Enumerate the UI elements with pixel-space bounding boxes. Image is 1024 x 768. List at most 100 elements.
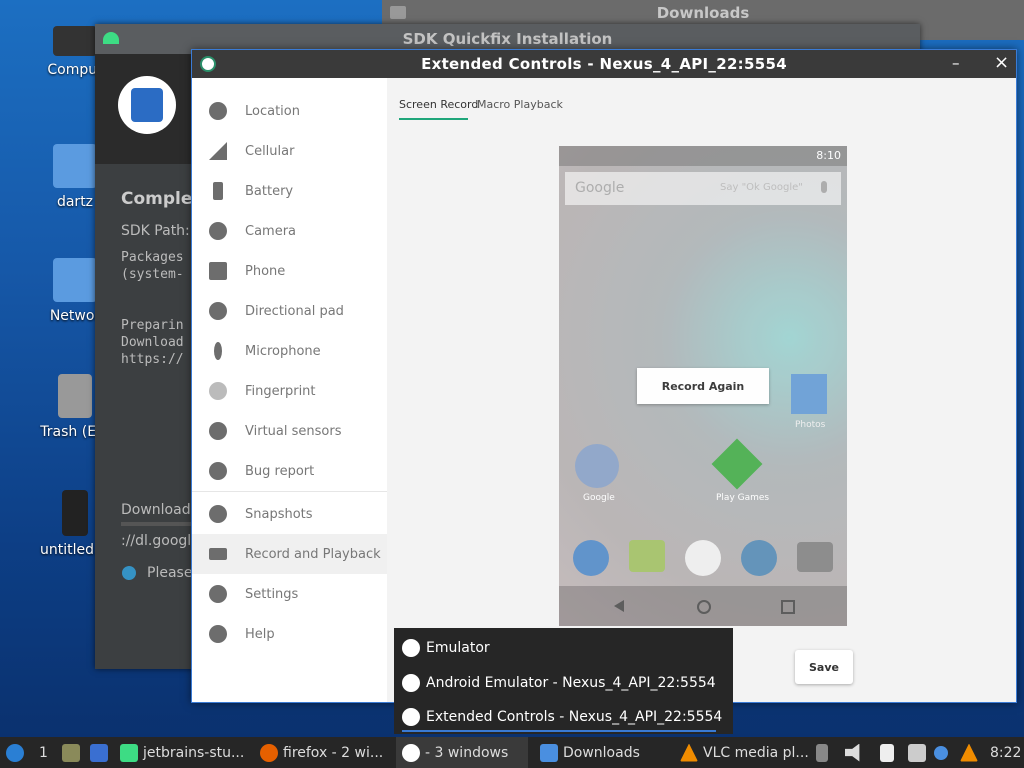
sidebar-item-snapshots[interactable]: Snapshots bbox=[192, 494, 387, 534]
phone-icon bbox=[573, 540, 609, 576]
help-icon bbox=[209, 625, 227, 643]
app-icon-play-games bbox=[711, 438, 763, 490]
taskbar-item-label: - 3 windows bbox=[425, 744, 509, 761]
sidebar-item-label: Help bbox=[245, 626, 275, 642]
sidebar-item-label: Directional pad bbox=[245, 303, 344, 319]
record-again-button[interactable]: Record Again bbox=[637, 368, 769, 404]
log-line: Packages bbox=[121, 250, 184, 265]
close-button[interactable]: × bbox=[994, 52, 1009, 73]
location-pin-icon bbox=[209, 102, 227, 120]
taskbar: 1 jetbrains-stu... firefox - 2 wi... - 3… bbox=[0, 737, 1024, 768]
downloading-label: Downloadi bbox=[121, 502, 195, 518]
sidebar-item-label: Microphone bbox=[245, 343, 321, 359]
search-hint: Say "Ok Google" bbox=[720, 182, 803, 193]
phone-icon bbox=[209, 262, 227, 280]
taskbar-item-label: VLC media pl... bbox=[703, 744, 809, 761]
desktop-icon-label: dartz bbox=[56, 194, 94, 210]
sidebar-item-directional-pad[interactable]: Directional pad bbox=[192, 291, 387, 331]
log-area: Packages (system- Preparin Download http… bbox=[121, 250, 191, 500]
sidebar-item-label: Cellular bbox=[245, 143, 295, 159]
info-icon bbox=[122, 566, 136, 580]
app-drawer-icon bbox=[685, 540, 721, 576]
record-again-label: Record Again bbox=[661, 379, 745, 393]
save-button[interactable]: Save bbox=[795, 650, 853, 684]
tab-screen-record[interactable]: Screen Record bbox=[399, 98, 478, 111]
history-icon bbox=[209, 505, 227, 523]
minimize-button[interactable]: – bbox=[952, 54, 960, 72]
info-icon bbox=[934, 745, 948, 760]
signal-icon bbox=[209, 142, 227, 160]
sidebar-item-record-and-playback[interactable]: Record and Playback bbox=[192, 534, 387, 574]
tray-volume[interactable] bbox=[845, 737, 868, 768]
folder-icon bbox=[540, 743, 558, 762]
sidebar-divider bbox=[192, 491, 387, 492]
sidebar-item-microphone[interactable]: Microphone bbox=[192, 331, 387, 371]
desktop-icon bbox=[90, 743, 108, 762]
tray-notifications[interactable] bbox=[934, 737, 953, 768]
window-list-item[interactable]: Android Emulator - Nexus_4_API_22:5554 bbox=[402, 671, 716, 695]
android-icon bbox=[120, 743, 138, 762]
taskbar-item-label: Downloads bbox=[563, 744, 640, 761]
taskbar-item-emulator[interactable]: - 3 windows bbox=[396, 737, 528, 768]
emulator-icon bbox=[402, 743, 420, 762]
sidebar-item-phone[interactable]: Phone bbox=[192, 251, 387, 291]
sidebar-item-fingerprint[interactable]: Fingerprint bbox=[192, 371, 387, 411]
sidebar-item-bug-report[interactable]: Bug report bbox=[192, 451, 387, 491]
window-list-item[interactable]: Emulator bbox=[402, 636, 490, 660]
sidebar-item-help[interactable]: Help bbox=[192, 614, 387, 654]
tab-macro-playback[interactable]: Macro Playback bbox=[477, 98, 563, 111]
please-text: Please bbox=[147, 565, 193, 581]
battery-icon bbox=[213, 182, 223, 200]
heading: Complet bbox=[121, 189, 201, 209]
start-menu-button[interactable] bbox=[6, 737, 29, 768]
app-icon-photos bbox=[791, 374, 827, 414]
sidebar-item-location[interactable]: Location bbox=[192, 91, 387, 131]
app-icon-google bbox=[575, 444, 619, 488]
search-bar: Google Say "Ok Google" bbox=[565, 172, 841, 205]
clipboard-icon bbox=[880, 743, 894, 762]
window-list-item-label: Android Emulator - Nexus_4_API_22:5554 bbox=[426, 675, 716, 691]
gear-icon bbox=[209, 585, 227, 603]
sidebar-item-settings[interactable]: Settings bbox=[192, 574, 387, 614]
sdk-path-label: SDK Path: bbox=[121, 223, 190, 239]
app-label: Google bbox=[583, 493, 615, 503]
taskbar-item-downloads[interactable]: Downloads bbox=[540, 737, 670, 768]
taskbar-item-jetbrains[interactable]: jetbrains-stu... bbox=[120, 737, 250, 768]
taskbar-item-firefox[interactable]: firefox - 2 wi... bbox=[260, 737, 390, 768]
sidebar-item-label: Battery bbox=[245, 183, 294, 199]
emulator-icon bbox=[402, 674, 420, 692]
video-camera-icon bbox=[209, 548, 227, 560]
window-list-item-label: Emulator bbox=[426, 640, 490, 656]
tray-vlc[interactable] bbox=[960, 737, 983, 768]
sidebar-item-label: Camera bbox=[245, 223, 297, 239]
messages-icon bbox=[629, 540, 665, 572]
bug-icon bbox=[209, 462, 227, 480]
trash-icon bbox=[58, 374, 92, 418]
android-studio-logo bbox=[118, 76, 176, 134]
sidebar-item-battery[interactable]: Battery bbox=[192, 171, 387, 211]
title-bar[interactable]: Extended Controls - Nexus_4_API_22:5554 … bbox=[192, 50, 1016, 78]
workspace-switcher[interactable]: 1 bbox=[39, 737, 48, 768]
sidebar-item-virtual-sensors[interactable]: Virtual sensors bbox=[192, 411, 387, 451]
sidebar-item-label: Bug report bbox=[245, 463, 315, 479]
tray-clipboard[interactable] bbox=[880, 737, 899, 768]
clock[interactable]: 8:22 bbox=[990, 737, 1021, 768]
search-brand: Google bbox=[575, 180, 625, 196]
file-manager-launcher[interactable] bbox=[62, 737, 85, 768]
sidebar-item-cellular[interactable]: Cellular bbox=[192, 131, 387, 171]
show-desktop-launcher[interactable] bbox=[90, 737, 113, 768]
selected-indicator bbox=[402, 730, 716, 732]
sidebar-item-camera[interactable]: Camera bbox=[192, 211, 387, 251]
microphone-icon bbox=[214, 342, 222, 360]
window-title: Extended Controls - Nexus_4_API_22:5554 bbox=[421, 55, 787, 73]
taskbar-item-label: firefox - 2 wi... bbox=[283, 744, 384, 761]
extended-controls-window[interactable]: Extended Controls - Nexus_4_API_22:5554 … bbox=[191, 49, 1017, 703]
firefox-icon bbox=[260, 743, 278, 762]
progress-bar bbox=[121, 522, 191, 526]
taskbar-item-vlc[interactable]: VLC media pl... bbox=[680, 737, 810, 768]
window-list-item[interactable]: Extended Controls - Nexus_4_API_22:5554 bbox=[402, 705, 722, 729]
window-list-popup: Emulator Android Emulator - Nexus_4_API_… bbox=[394, 628, 733, 734]
tray-upload-icon[interactable] bbox=[816, 737, 833, 768]
tray-network[interactable] bbox=[908, 737, 931, 768]
